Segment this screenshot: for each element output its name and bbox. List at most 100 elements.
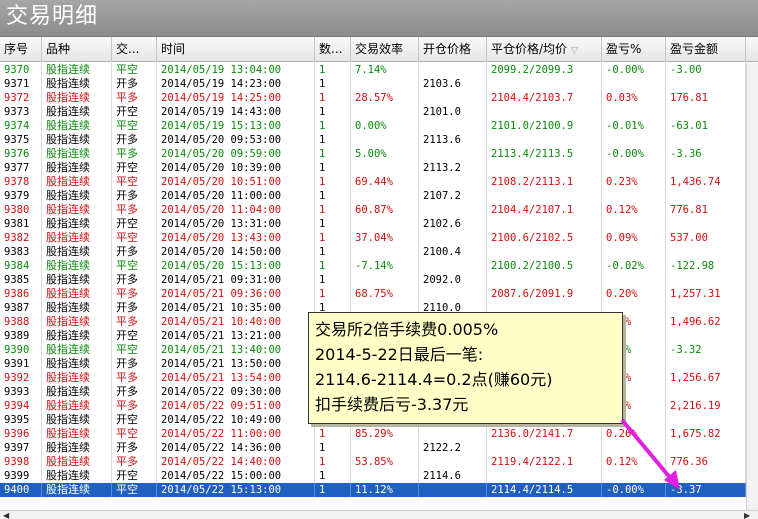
table-cell: 开多: [112, 357, 157, 371]
column-header[interactable]: 盈亏金额: [666, 37, 746, 62]
table-row[interactable]: 9375 股指连续 开多 2014/05/20 09:53:00 1 2113.6: [0, 133, 746, 147]
column-header[interactable]: 序号: [0, 37, 42, 62]
table-cell: 2101.0: [419, 105, 487, 119]
column-header[interactable]: 时间: [157, 37, 315, 62]
table-cell: [666, 329, 746, 343]
table-row[interactable]: 9400 股指连续 平空 2014/05/22 15:13:00 1 11.12% 2114…: [0, 483, 746, 497]
table-cell: 2014/05/22 10:49:00: [157, 413, 315, 427]
table-row[interactable]: 9384 股指连续 平空 2014/05/20 15:13:00 1 -7.14% 2100…: [0, 259, 746, 273]
table-row[interactable]: 9385 股指连续 开多 2014/05/21 09:31:00 1 2092.0: [0, 273, 746, 287]
column-header[interactable]: 开仓价格: [419, 37, 487, 62]
annotation-line: 扣手续费后亏-3.37元: [315, 395, 469, 414]
table-cell: 9370: [0, 63, 42, 77]
table-cell: 2104.4/2103.7: [487, 91, 602, 105]
table-cell: 开空: [112, 161, 157, 175]
table-cell: [487, 441, 602, 455]
table-cell: 9375: [0, 133, 42, 147]
table-cell: [487, 273, 602, 287]
table-row[interactable]: 9383 股指连续 开多 2014/05/20 14:50:00 1 2100.4: [0, 245, 746, 259]
column-header[interactable]: 平仓价格/均价 ▽: [487, 37, 602, 62]
table-cell: 537.00: [666, 231, 746, 245]
table-cell: 2100.4: [419, 245, 487, 259]
table-cell: 2014/05/19 14:43:00: [157, 105, 315, 119]
table-cell: [666, 161, 746, 175]
table-cell: 股指连续: [42, 441, 112, 455]
table-cell: 平多: [112, 455, 157, 469]
table-cell: [602, 245, 666, 259]
table-cell: 176.81: [666, 91, 746, 105]
table-cell: 股指连续: [42, 483, 112, 497]
table-cell: [666, 133, 746, 147]
scroll-left-icon[interactable]: ◀: [3, 511, 9, 519]
table-cell: 平多: [112, 91, 157, 105]
table-cell: 1: [315, 119, 351, 133]
table-cell: 9394: [0, 399, 42, 413]
table-cell: 股指连续: [42, 245, 112, 259]
window-title: 交易明细: [0, 0, 758, 36]
column-header-label: 盈亏%: [606, 42, 642, 56]
table-cell: 股指连续: [42, 133, 112, 147]
table-row[interactable]: 9374 股指连续 平空 2014/05/19 15:13:00 1 0.00% 2101.…: [0, 119, 746, 133]
column-header[interactable]: 品种: [42, 37, 112, 62]
table-cell: 2014/05/20 14:50:00: [157, 245, 315, 259]
table-cell: [419, 427, 487, 441]
table-cell: [351, 273, 419, 287]
table-cell: 9371: [0, 77, 42, 91]
table-row[interactable]: 9380 股指连续 平多 2014/05/20 11:04:00 1 60.87% 2104…: [0, 203, 746, 217]
table-cell: [351, 469, 419, 483]
table-cell: 53.85%: [351, 455, 419, 469]
table-cell: 2014/05/20 15:13:00: [157, 259, 315, 273]
column-header[interactable]: 盈亏%: [602, 37, 666, 62]
table-row[interactable]: 9382 股指连续 平空 2014/05/20 13:43:00 1 37.04% 2100…: [0, 231, 746, 245]
table-cell: 股指连续: [42, 469, 112, 483]
table-cell: 776.81: [666, 203, 746, 217]
table-cell: 平空: [112, 63, 157, 77]
table-cell: -3.00: [666, 63, 746, 77]
table-row[interactable]: 9399 股指连续 开空 2014/05/22 15:00:00 1 2114.6: [0, 469, 746, 483]
table-cell: 2122.2: [419, 441, 487, 455]
table-cell: -3.37: [666, 483, 746, 497]
table-cell: 平多: [112, 315, 157, 329]
column-header[interactable]: 交...: [112, 37, 157, 62]
table-row[interactable]: 9377 股指连续 开空 2014/05/20 10:39:00 1 2113.2: [0, 161, 746, 175]
table-cell: 1: [315, 147, 351, 161]
column-header[interactable]: 交易效率: [351, 37, 419, 62]
table-cell: 股指连续: [42, 413, 112, 427]
table-cell: 1,496.62: [666, 315, 746, 329]
table-cell: 60.87%: [351, 203, 419, 217]
table-row[interactable]: 9379 股指连续 开多 2014/05/20 11:00:00 1 2107.2: [0, 189, 746, 203]
table-row[interactable]: 9372 股指连续 平多 2014/05/19 14:25:00 1 28.57% 2104…: [0, 91, 746, 105]
table-cell: 2014/05/22 15:13:00: [157, 483, 315, 497]
table-row[interactable]: 9371 股指连续 开多 2014/05/19 14:23:00 1 2103.6: [0, 77, 746, 91]
table-cell: 开多: [112, 77, 157, 91]
table-row[interactable]: 9386 股指连续 平多 2014/05/21 09:36:00 1 68.75% 2087…: [0, 287, 746, 301]
vertical-scrollbar[interactable]: [746, 63, 758, 510]
table-row[interactable]: 9397 股指连续 开多 2014/05/22 14:36:00 1 2122.2: [0, 441, 746, 455]
sort-icon[interactable]: ▽: [571, 46, 578, 56]
table-row[interactable]: 9370 股指连续 平空 2014/05/19 13:04:00 1 7.14% 2099.…: [0, 63, 746, 77]
table-row[interactable]: 9376 股指连续 平多 2014/05/20 09:59:00 1 5.00% 2113.…: [0, 147, 746, 161]
table-cell: 2014/05/20 13:43:00: [157, 231, 315, 245]
table-cell: 股指连续: [42, 161, 112, 175]
table-cell: 1: [315, 77, 351, 91]
table-cell: 平多: [112, 371, 157, 385]
table-cell: 0.00%: [351, 119, 419, 133]
table-cell: 1: [315, 231, 351, 245]
table-cell: [419, 63, 487, 77]
table-row[interactable]: 9381 股指连续 开空 2014/05/20 13:31:00 1 2102.6: [0, 217, 746, 231]
table-cell: 9397: [0, 441, 42, 455]
table-cell: 1: [315, 189, 351, 203]
column-header[interactable]: 数...: [315, 37, 351, 62]
table-cell: 平空: [112, 175, 157, 189]
table-row[interactable]: 9398 股指连续 平多 2014/05/22 14:40:00 1 53.85% 2119…: [0, 455, 746, 469]
table-row[interactable]: 9396 股指连续 平空 2014/05/22 11:00:00 1 85.29% 2136…: [0, 427, 746, 441]
table-cell: 1: [315, 217, 351, 231]
table-cell: 2014/05/21 13:50:00: [157, 357, 315, 371]
table-cell: -0.02%: [602, 259, 666, 273]
table-row[interactable]: 9373 股指连续 开空 2014/05/19 14:43:00 1 2101.0: [0, 105, 746, 119]
table-row[interactable]: 9378 股指连续 平空 2014/05/20 10:51:00 1 69.44% 2108…: [0, 175, 746, 189]
scroll-right-icon[interactable]: ▶: [744, 511, 750, 519]
horizontal-scrollbar[interactable]: ◀ ▶: [0, 510, 758, 519]
table-cell: [419, 175, 487, 189]
table-cell: 2136.0/2141.7: [487, 427, 602, 441]
